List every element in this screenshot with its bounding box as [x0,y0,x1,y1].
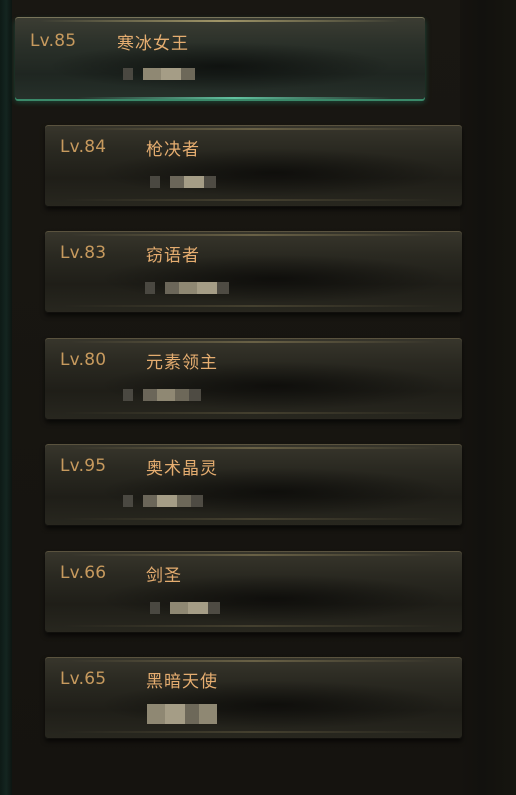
character-slot-5[interactable]: Lv.95 奥术晶灵 [45,444,462,526]
right-border [460,0,516,795]
character-level: Lv.66 [60,563,107,583]
character-name-pixelated [123,63,195,85]
character-class: 元素领主 [146,353,218,373]
character-slot-4[interactable]: Lv.80 元素领主 [45,338,462,420]
character-slot-2[interactable]: Lv.84 枪决者 [45,125,462,207]
character-name-pixelated [150,171,216,193]
character-class: 奥术晶灵 [146,459,218,479]
character-level: Lv.85 [30,31,77,51]
character-level: Lv.84 [60,137,107,157]
character-level: Lv.83 [60,243,107,263]
character-class: 枪决者 [146,140,200,160]
character-slot-1[interactable]: Lv.85 寒冰女王 [15,17,425,99]
character-class: 黑暗天使 [146,672,218,692]
character-name-pixelated [123,384,201,406]
character-slot-3[interactable]: Lv.83 窃语者 [45,231,462,313]
character-class: 剑圣 [146,566,182,586]
character-name-pixelated [150,597,220,619]
character-slot-7[interactable]: Lv.65 黑暗天使 [45,657,462,739]
character-level: Lv.95 [60,456,107,476]
character-slot-6[interactable]: Lv.66 剑圣 [45,551,462,633]
character-class: 寒冰女王 [117,34,189,54]
character-level: Lv.65 [60,669,107,689]
character-name-pixelated [123,490,203,512]
character-level: Lv.80 [60,350,107,370]
character-class: 窃语者 [146,246,200,266]
character-name-pixelated [145,277,229,299]
character-name-pixelated [147,703,217,725]
